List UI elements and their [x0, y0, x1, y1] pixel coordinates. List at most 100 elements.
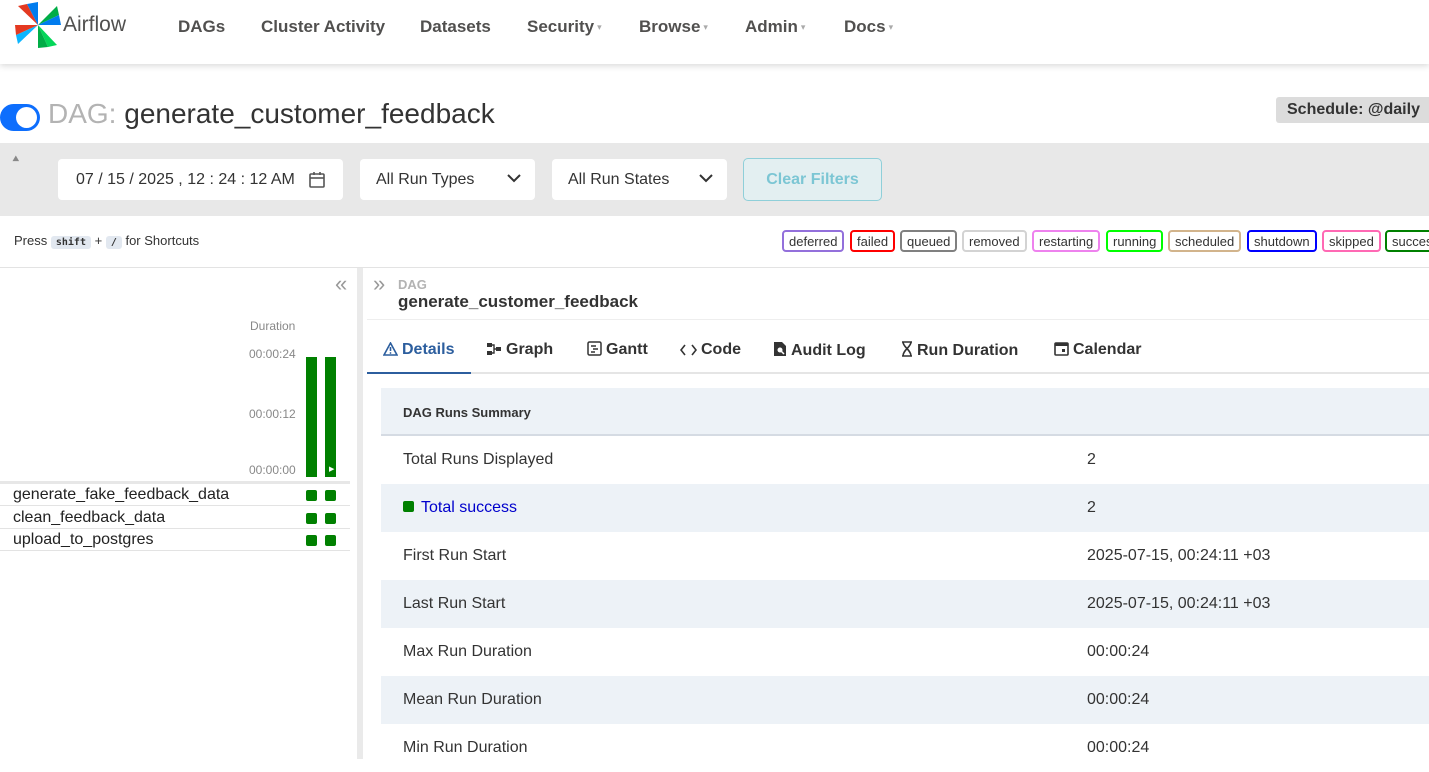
date-value: 07 / 15 / 2025 , 12 : 24 : 12 AM — [76, 171, 295, 188]
run-type-select[interactable]: All Run Types — [360, 159, 535, 200]
tab-audit-log[interactable]: Audit Log — [773, 326, 866, 374]
brand-name[interactable]: Airflow — [63, 13, 126, 37]
row-key: Max Run Duration — [403, 643, 532, 660]
selected-run-marker-icon: ▶ — [329, 466, 335, 473]
details-tabs: Details Graph Gantt Code Audit Log Run D… — [367, 326, 1429, 374]
tab-run-duration[interactable]: Run Duration — [901, 326, 1018, 374]
total-success-link[interactable]: Total success — [421, 499, 517, 516]
duration-axis-label: Duration — [250, 319, 296, 333]
duration-tick: 00:00:12 — [249, 407, 296, 421]
task-instance-square[interactable] — [325, 513, 336, 524]
tab-label: Graph — [506, 341, 554, 358]
top-navbar: Airflow DAGs Cluster Activity Datasets S… — [0, 0, 1429, 64]
nav-datasets[interactable]: Datasets — [420, 17, 491, 37]
success-status-icon — [403, 501, 414, 512]
task-row[interactable]: clean_feedback_data — [0, 507, 350, 529]
row-value: 2 — [1087, 499, 1096, 516]
state-badge-running[interactable]: running — [1106, 230, 1164, 252]
tab-label: Gantt — [606, 341, 648, 358]
shortcuts-press: Press — [14, 233, 48, 248]
gantt-icon — [587, 341, 602, 356]
state-badge-queued[interactable]: queued — [900, 230, 958, 252]
caret-down-icon: ▾ — [800, 22, 806, 32]
row-value: 2025-07-15, 00:24:11 +03 — [1087, 595, 1271, 612]
task-instance-square[interactable] — [306, 490, 317, 501]
run-type-value: All Run Types — [376, 171, 475, 188]
panel-resize-handle[interactable] — [357, 268, 363, 759]
row-key: First Run Start — [403, 547, 507, 564]
clear-filters-button[interactable]: Clear Filters — [743, 158, 882, 201]
task-instance-square[interactable] — [325, 535, 336, 546]
state-badge-scheduled[interactable]: scheduled — [1168, 230, 1242, 252]
tab-details[interactable]: Details — [367, 326, 471, 374]
task-instance-square[interactable] — [306, 513, 317, 524]
state-badge-restarting[interactable]: restarting — [1032, 230, 1101, 252]
calendar-icon — [1054, 342, 1069, 356]
table-row: Max Run Duration 00:00:24 — [381, 628, 1429, 676]
details-breadcrumb-label: DAG — [398, 277, 427, 292]
table-row: Total success 2 — [381, 484, 1429, 532]
dag-pause-toggle[interactable] — [0, 104, 40, 131]
row-key-link[interactable]: Total success — [403, 499, 517, 517]
schedule-badge: Schedule: @daily — [1276, 97, 1429, 123]
row-key: Mean Run Duration — [403, 691, 542, 708]
page-title: DAG: generate_customer_feedback — [48, 98, 495, 130]
row-key: Last Run Start — [403, 595, 506, 612]
hourglass-icon — [902, 341, 912, 357]
state-badge-success[interactable]: success — [1385, 230, 1429, 252]
task-row[interactable]: upload_to_postgres — [0, 529, 350, 551]
expand-details-icon[interactable]: » — [373, 271, 385, 297]
state-badge-deferred[interactable]: deferred — [782, 230, 845, 252]
tab-label: Run Duration — [917, 342, 1019, 359]
airflow-logo-icon[interactable] — [15, 2, 61, 48]
tab-graph[interactable]: Graph — [486, 326, 553, 374]
run-duration-bar[interactable] — [306, 357, 317, 477]
collapse-header-icon[interactable]: ⯅ — [11, 152, 21, 167]
calendar-icon[interactable] — [308, 171, 326, 189]
filter-bar: ⯅ 07 / 15 / 2025 , 12 : 24 : 12 AM All R… — [0, 143, 1429, 216]
run-state-select[interactable]: All Run States — [552, 159, 727, 200]
row-value: 2025-07-15, 00:24:11 +03 — [1087, 547, 1271, 564]
caret-down-icon: ▾ — [888, 22, 894, 32]
table-row: Total Runs Displayed 2 — [381, 436, 1429, 484]
table-row: Min Run Duration 00:00:24 — [381, 724, 1429, 772]
details-title[interactable]: generate_customer_feedback — [398, 292, 638, 312]
task-instance-square[interactable] — [325, 490, 336, 501]
task-name[interactable]: upload_to_postgres — [13, 531, 154, 549]
tab-label: Calendar — [1073, 341, 1142, 358]
nav-admin[interactable]: Admin ▾ — [745, 17, 805, 37]
tab-gantt[interactable]: Gantt — [587, 326, 648, 374]
nav-browse[interactable]: Browse ▾ — [639, 17, 708, 37]
task-name[interactable]: generate_fake_feedback_data — [13, 486, 229, 504]
state-badge-failed[interactable]: failed — [850, 230, 896, 252]
caret-down-icon: ▾ — [703, 22, 708, 32]
chevron-down-icon — [507, 174, 521, 183]
nav-cluster-activity[interactable]: Cluster Activity — [261, 17, 385, 37]
details-divider — [367, 319, 1429, 320]
duration-tick: 00:00:00 — [249, 463, 296, 477]
run-state-value: All Run States — [568, 171, 670, 188]
state-badge-shutdown[interactable]: shutdown — [1247, 230, 1317, 252]
dag-title-prefix: DAG: — [48, 98, 117, 129]
nav-dags[interactable]: DAGs — [178, 17, 225, 37]
state-badge-removed[interactable]: removed — [962, 230, 1027, 252]
nav-security[interactable]: Security ▾ — [527, 17, 602, 37]
nav-docs[interactable]: Docs ▾ — [844, 17, 893, 37]
row-value: 00:00:24 — [1087, 739, 1150, 756]
table-row: First Run Start 2025-07-15, 00:24:11 +03 — [381, 532, 1429, 580]
state-badge-skipped[interactable]: skipped — [1322, 230, 1381, 252]
task-instance-square[interactable] — [306, 535, 317, 546]
collapse-grid-icon[interactable]: « — [335, 271, 347, 297]
table-row: Last Run Start 2025-07-15, 00:24:11 +03 — [381, 580, 1429, 628]
kbd-shift: shift — [50, 236, 91, 249]
base-date-input[interactable]: 07 / 15 / 2025 , 12 : 24 : 12 AM — [58, 159, 343, 200]
shortcuts-plus: + — [94, 233, 103, 248]
row-value: 00:00:24 — [1087, 691, 1150, 708]
run-duration-bar[interactable] — [325, 357, 336, 477]
shortcuts-hint: Press shift + / for Shortcuts — [14, 233, 199, 249]
tab-code[interactable]: Code — [679, 326, 741, 374]
tab-calendar[interactable]: Calendar — [1054, 326, 1141, 374]
task-name[interactable]: clean_feedback_data — [13, 509, 165, 527]
task-row[interactable]: generate_fake_feedback_data — [0, 484, 350, 506]
code-icon — [679, 344, 698, 356]
